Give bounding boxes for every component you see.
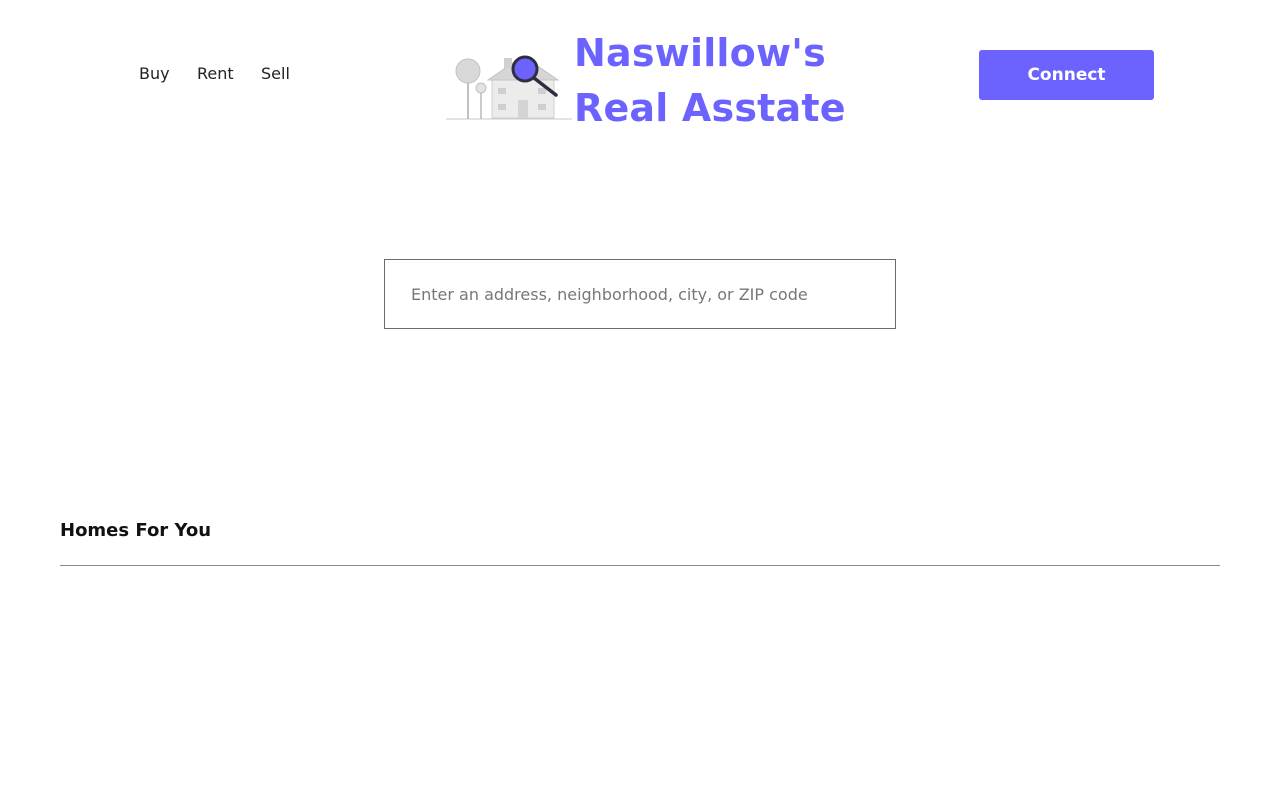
page: Buy Rent Sell Naswillow's Real Asstate C… <box>0 0 1280 800</box>
nav-link-buy[interactable]: Buy <box>139 64 197 83</box>
search-box <box>384 259 896 329</box>
homes-for-you-title: Homes For You <box>60 520 212 541</box>
section-divider <box>60 565 1220 566</box>
brand-name-line-1: Naswillow's <box>574 31 826 75</box>
main-nav: Buy Rent Sell <box>139 64 290 83</box>
site-header: Buy Rent Sell Naswillow's Real Asstate C… <box>0 0 1280 150</box>
nav-link-rent[interactable]: Rent <box>197 64 261 83</box>
nav-link-sell[interactable]: Sell <box>261 64 290 83</box>
brand-logo[interactable]: Naswillow's Real Asstate <box>446 26 846 136</box>
connect-button[interactable]: Connect <box>979 50 1154 100</box>
brand-name: Naswillow's Real Asstate <box>574 26 846 136</box>
search-input[interactable] <box>385 260 895 328</box>
brand-name-line-2: Real Asstate <box>574 86 846 130</box>
house-with-magnifier-icon <box>446 55 572 120</box>
